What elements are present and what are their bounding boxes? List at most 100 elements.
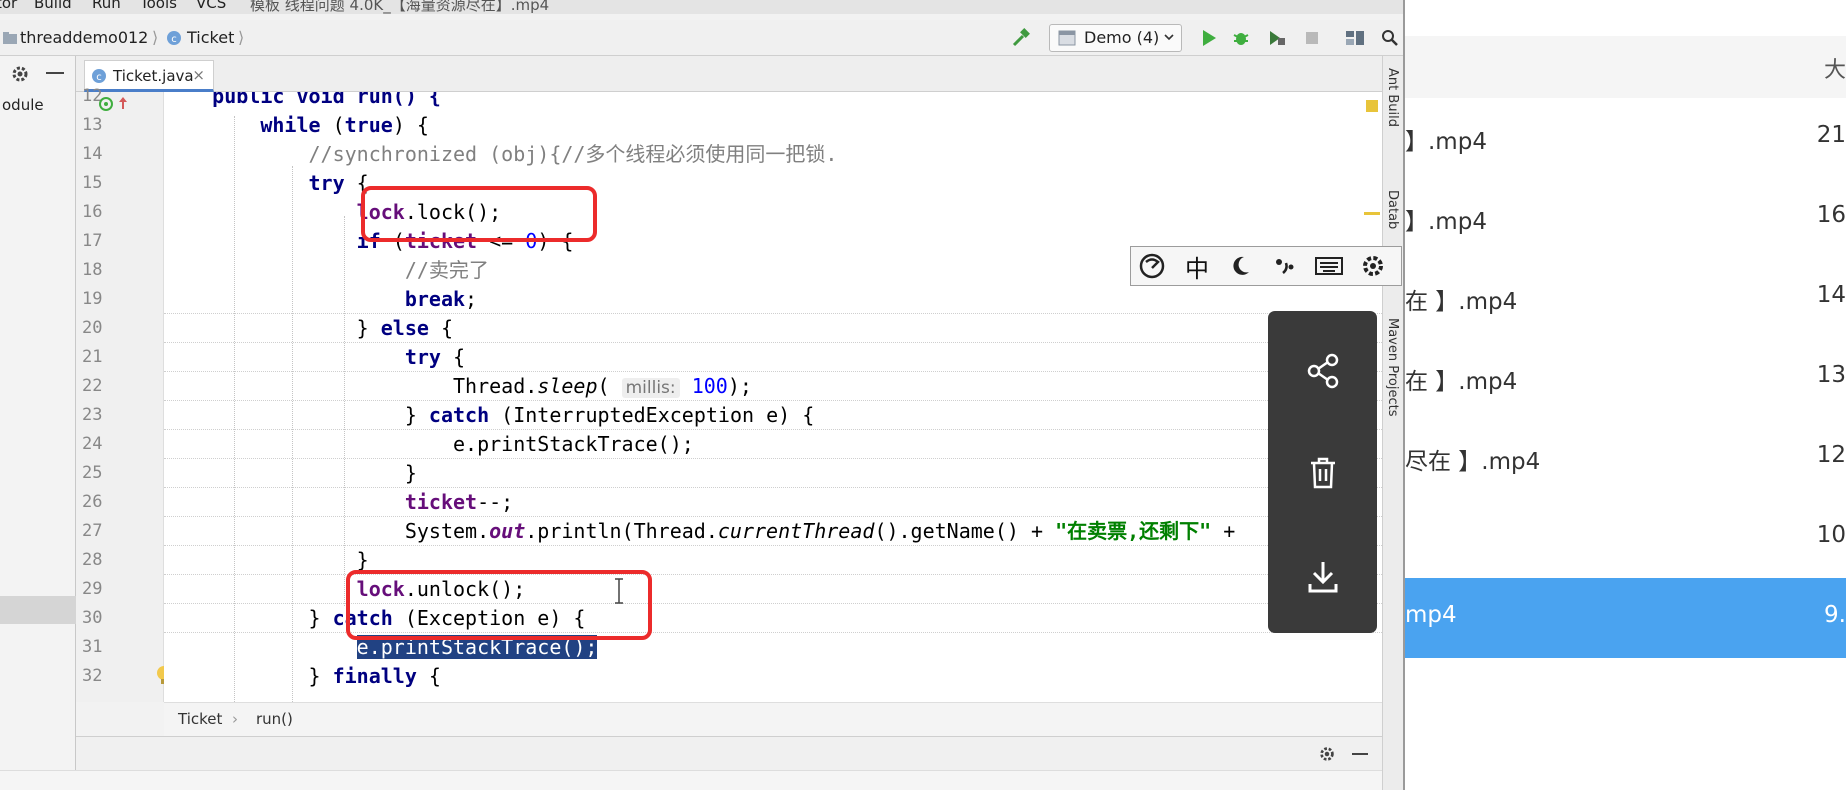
- share-button[interactable]: [1268, 331, 1377, 411]
- file-name: 在 】.mp4: [1405, 369, 1518, 395]
- menu-bar: tor Build Run Tools VCS 模板 线程问题 4.0K_【海量…: [0, 0, 1403, 14]
- code-line: Thread.sleep( millis: 100);: [164, 372, 752, 401]
- code-token: finally: [332, 664, 417, 688]
- code-line: ticket--;: [164, 488, 513, 517]
- menu-item-vcs[interactable]: VCS: [196, 0, 226, 12]
- ime-logo-icon[interactable]: [1131, 246, 1175, 286]
- code-token: catch: [428, 403, 490, 427]
- menu-item-build[interactable]: Build: [34, 0, 72, 12]
- status-bar: [0, 770, 1403, 790]
- file-name: 】.mp4: [1405, 129, 1487, 155]
- project-tree-selected-row[interactable]: [0, 596, 76, 624]
- screen: tor Build Run Tools VCS 模板 线程问题 4.0K_【海量…: [0, 0, 1846, 790]
- line-number: 26: [82, 492, 103, 512]
- editor-breadcrumb-class[interactable]: Ticket: [178, 710, 222, 728]
- delete-button[interactable]: [1268, 433, 1377, 513]
- coverage-run-icon[interactable]: [1267, 28, 1287, 48]
- minimize-icon[interactable]: [1352, 753, 1368, 757]
- file-size: 14: [1816, 282, 1846, 308]
- breadcrumb-class[interactable]: Ticket: [187, 28, 234, 47]
- svg-text:c: c: [171, 34, 177, 45]
- code-token: sleep: [537, 374, 598, 398]
- project-structure-icon[interactable]: [1345, 28, 1365, 48]
- code-token: ().getName() +: [874, 519, 1056, 543]
- punctuation-icon[interactable]: [1263, 246, 1307, 286]
- file-row[interactable]: 10: [1405, 498, 1846, 578]
- gear-icon[interactable]: [1318, 745, 1336, 763]
- code-token: ;: [465, 287, 478, 311]
- menu-item-run[interactable]: Run: [92, 0, 121, 12]
- ime-toolbar: 中: [1130, 246, 1402, 286]
- code-token: (InterruptedException e) {: [489, 403, 815, 427]
- code-line: e.printStackTrace();: [164, 430, 694, 459]
- ide-window: tor Build Run Tools VCS 模板 线程问题 4.0K_【海量…: [0, 0, 1405, 790]
- stop-icon[interactable]: [1302, 28, 1322, 48]
- database-tab[interactable]: Datab: [1385, 190, 1400, 229]
- download-button[interactable]: [1268, 537, 1377, 617]
- warning-marker[interactable]: [1366, 100, 1378, 112]
- settings-gear-icon[interactable]: [1351, 246, 1395, 286]
- code-token: public void run() {: [164, 92, 441, 108]
- maven-projects-tab[interactable]: Maven Projects: [1385, 318, 1400, 417]
- keyboard-icon[interactable]: [1307, 246, 1351, 286]
- close-tab-icon[interactable]: ×: [192, 66, 205, 84]
- file-row[interactable]: 在 】.mp4 14: [1405, 258, 1846, 338]
- code-token: ) {: [392, 113, 429, 137]
- half-width-moon-icon[interactable]: [1219, 246, 1263, 286]
- project-tree-item[interactable]: odule: [2, 96, 44, 114]
- code-line: } catch (InterruptedException e) {: [164, 401, 814, 430]
- file-name: 在 】.mp4: [1405, 289, 1518, 315]
- breadcrumb-project[interactable]: threaddemo012: [20, 28, 148, 47]
- download-icon: [1308, 562, 1337, 593]
- gear-icon[interactable]: [10, 64, 30, 84]
- size-column-header[interactable]: 大: [1824, 52, 1846, 84]
- menu-item[interactable]: tor: [0, 0, 17, 12]
- code-token: 100: [691, 374, 728, 398]
- run-play-icon[interactable]: [1199, 28, 1219, 48]
- editor-tab-bar: c Ticket.java ×: [76, 56, 1382, 92]
- file-row[interactable]: 尽在 】.mp4 12: [1405, 418, 1846, 498]
- code-line: }: [164, 546, 369, 575]
- indent-guide: [344, 216, 345, 606]
- line-number: 21: [82, 347, 103, 367]
- file-row[interactable]: 】.mp4 21: [1405, 98, 1846, 178]
- editor-breadcrumb-method[interactable]: run(): [256, 710, 293, 728]
- line-number: 24: [82, 434, 103, 454]
- run-configuration-select[interactable]: Demo (4): [1049, 24, 1182, 52]
- menu-item-tools[interactable]: Tools: [140, 0, 177, 12]
- debug-bug-icon[interactable]: [1231, 28, 1251, 48]
- code-token: out: [489, 519, 526, 543]
- file-name: mp4: [1405, 602, 1457, 628]
- file-row[interactable]: 】.mp4 16: [1405, 178, 1846, 258]
- code-token: }: [164, 316, 381, 340]
- line-number: 31: [82, 637, 103, 657]
- code-token: break: [164, 287, 466, 311]
- line-number: 15: [82, 173, 103, 193]
- right-tool-strip: Ant Build Datab Maven Projects: [1382, 56, 1403, 790]
- override-marker-icon[interactable]: [98, 96, 114, 112]
- file-row-selected[interactable]: mp4 9.: [1405, 578, 1846, 658]
- code-token: +: [1211, 519, 1236, 543]
- ant-build-tab[interactable]: Ant Build: [1385, 68, 1400, 127]
- line-number: 13: [82, 115, 103, 135]
- line-number: 16: [82, 202, 103, 222]
- file-size: 9.: [1824, 602, 1846, 628]
- class-icon: c: [92, 69, 106, 83]
- search-icon[interactable]: [1380, 28, 1400, 48]
- file-action-panel: [1268, 311, 1377, 633]
- line-number: 18: [82, 260, 103, 280]
- code-token: e.printStackTrace();: [164, 432, 694, 456]
- code-token: (: [320, 113, 345, 137]
- file-row[interactable]: 在 】.mp4 13: [1405, 338, 1846, 418]
- minimize-icon[interactable]: [46, 72, 64, 76]
- warning-stripe[interactable]: [1364, 212, 1380, 215]
- build-hammer-icon[interactable]: [1011, 28, 1031, 48]
- highlight-box-lock: [361, 186, 597, 242]
- ime-chinese-mode[interactable]: 中: [1175, 246, 1219, 286]
- code-token: if: [164, 229, 381, 253]
- implementation-arrow-icon[interactable]: [118, 96, 128, 110]
- file-size: 12: [1816, 442, 1846, 468]
